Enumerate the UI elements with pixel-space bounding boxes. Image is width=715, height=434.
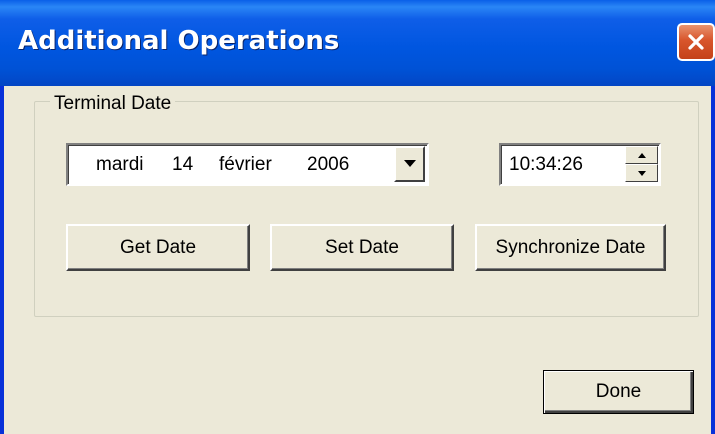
group-label: Terminal Date xyxy=(50,93,176,115)
get-date-label: Get Date xyxy=(119,236,197,258)
synchronize-date-label: Synchronize Date xyxy=(495,236,646,258)
close-icon xyxy=(688,34,704,50)
time-spin-up-button[interactable] xyxy=(625,146,658,164)
done-label: Done xyxy=(595,381,642,402)
synchronize-date-button[interactable]: Synchronize Date xyxy=(475,224,666,271)
window-title: Additional Operations xyxy=(18,26,340,56)
spin-up-icon xyxy=(638,153,646,158)
date-year[interactable]: 2006 xyxy=(307,154,349,176)
spin-down-icon xyxy=(638,171,646,176)
set-date-label: Set Date xyxy=(325,236,399,258)
date-month[interactable]: février xyxy=(219,154,272,176)
get-date-button[interactable]: Get Date xyxy=(66,224,250,271)
close-button[interactable] xyxy=(677,23,715,61)
title-bar[interactable]: Additional Operations xyxy=(0,0,715,86)
set-date-button[interactable]: Set Date xyxy=(270,224,454,271)
date-picker[interactable]: mardi 14 février 2006 xyxy=(66,143,429,186)
terminal-date-group xyxy=(34,101,699,317)
date-dropdown-button[interactable] xyxy=(394,146,425,182)
chevron-down-icon xyxy=(404,160,416,167)
done-button[interactable]: Done xyxy=(543,370,694,414)
time-spin-down-button[interactable] xyxy=(625,164,658,182)
date-day[interactable]: 14 xyxy=(172,154,193,176)
date-weekday[interactable]: mardi xyxy=(96,154,144,176)
time-value[interactable]: 10:34:26 xyxy=(509,154,583,176)
